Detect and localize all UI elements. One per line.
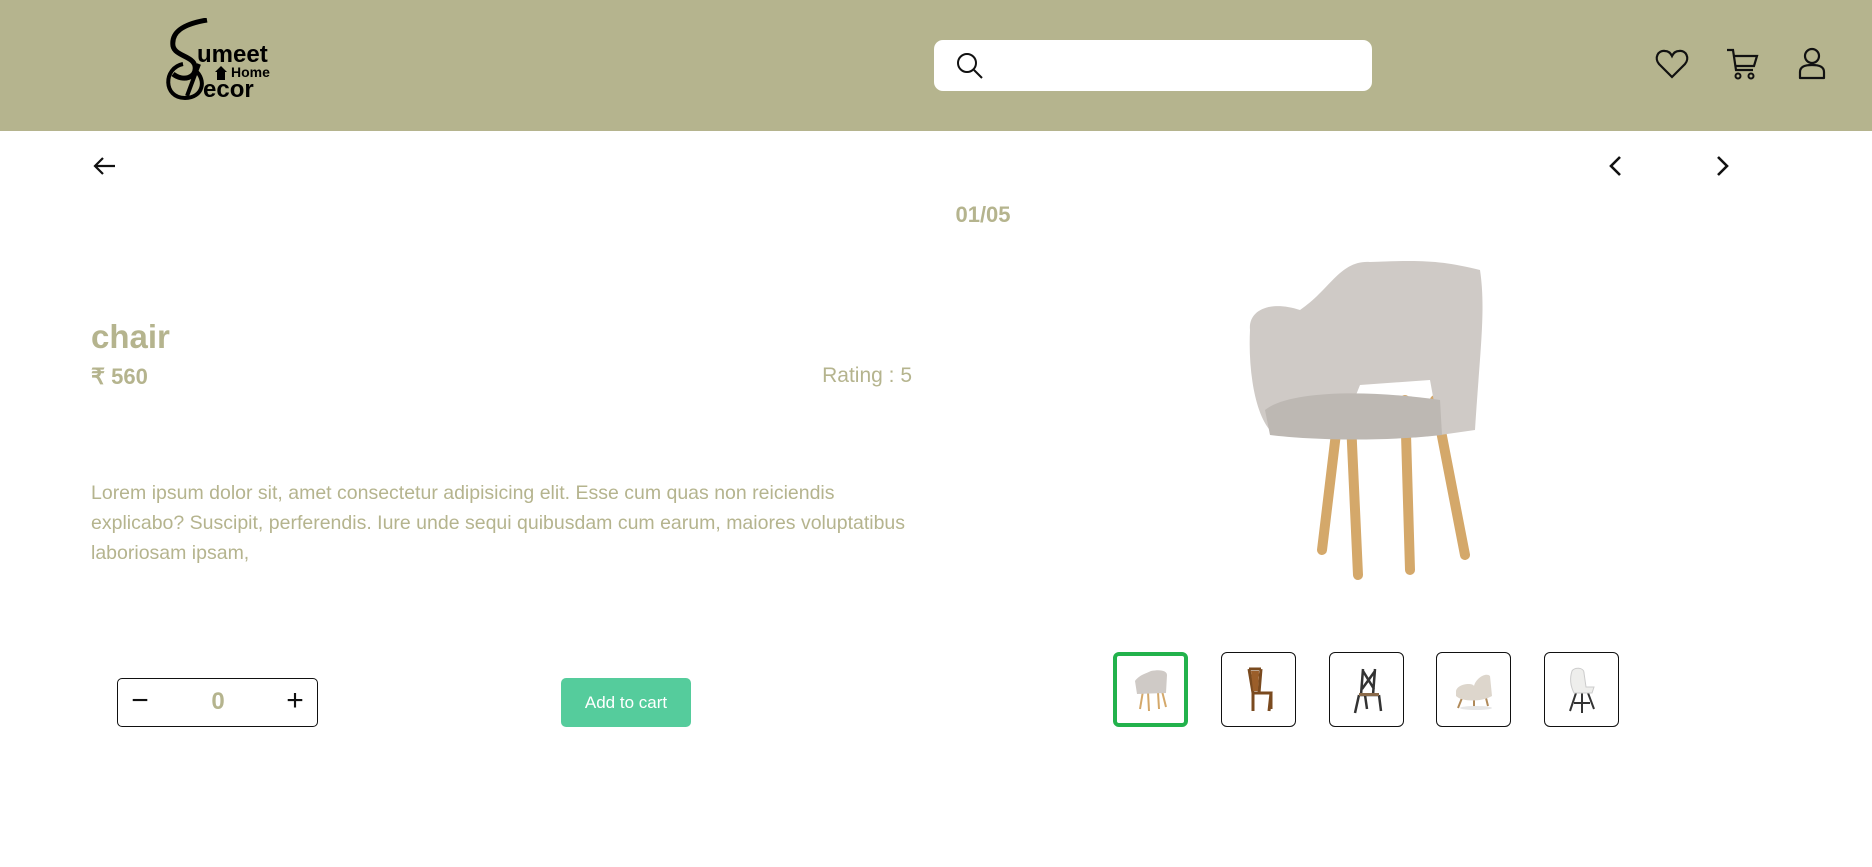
product-price: ₹ 560 <box>91 364 148 389</box>
thumbnail-lounge-chair[interactable] <box>1436 652 1511 727</box>
svg-text:ecor: ecor <box>203 76 254 102</box>
heart-icon[interactable] <box>1654 46 1690 82</box>
increase-button[interactable]: + <box>275 679 315 725</box>
thumbnail-grey-armchair[interactable] <box>1113 652 1188 727</box>
thumbnail-cross-back-chair[interactable] <box>1329 652 1404 727</box>
logo[interactable]: umeet Home ecor <box>163 17 288 103</box>
cart-icon[interactable] <box>1724 46 1760 82</box>
search-bar[interactable] <box>934 40 1372 91</box>
header: umeet Home ecor <box>0 0 1872 131</box>
next-chevron-icon[interactable] <box>1708 152 1736 180</box>
product-description: Lorem ipsum dolor sit, amet consectetur … <box>91 482 906 564</box>
lounge-chair-image <box>1455 674 1492 710</box>
white-shell-chair-image <box>1568 667 1595 713</box>
grey-armchair-image <box>1134 670 1167 712</box>
slide-counter: 01/05 <box>955 202 1011 227</box>
wooden-chair-image <box>1247 667 1273 711</box>
user-icon[interactable] <box>1794 46 1830 82</box>
quantity-stepper: − 0 + <box>117 678 318 727</box>
search-input[interactable] <box>994 40 1364 91</box>
cross-back-chair-image <box>1353 668 1382 713</box>
add-to-cart-button[interactable]: Add to cart <box>561 678 691 727</box>
product-rating: Rating : 5 <box>822 364 912 387</box>
search-icon[interactable] <box>956 52 984 80</box>
product-title: chair <box>91 318 170 355</box>
decrease-button[interactable]: − <box>120 679 160 725</box>
product-main-image <box>1230 250 1500 580</box>
quantity-value: 0 <box>211 688 225 715</box>
thumbnail-white-shell-chair[interactable] <box>1544 652 1619 727</box>
thumbnail-wooden-chair[interactable] <box>1221 652 1296 727</box>
back-arrow-icon[interactable] <box>91 152 119 180</box>
previous-chevron-icon[interactable] <box>1602 152 1630 180</box>
